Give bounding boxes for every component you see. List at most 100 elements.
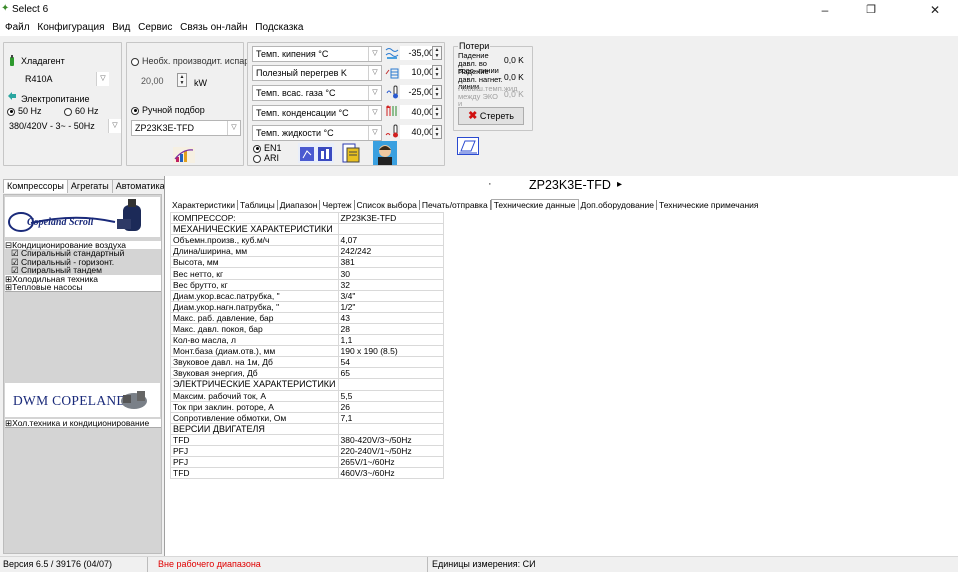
model-value: ZP23K3E-TFD — [135, 123, 195, 133]
radio-on-icon — [253, 144, 261, 153]
tab-tables[interactable]: Таблицы — [238, 200, 278, 210]
menu-view[interactable]: Вид — [112, 20, 130, 36]
status-bar: Версия 6.5 / 39176 (04/07) Вне рабочего … — [0, 556, 958, 572]
evap-temp-value[interactable]: -35,00 — [400, 46, 436, 60]
tab-technical-data[interactable]: Технические данные — [490, 199, 579, 210]
standard-en-radio[interactable]: EN1 — [253, 143, 282, 153]
table-row: Вес нетто, кг 30 — [170, 267, 444, 280]
liquid-temp-select[interactable]: Темп. жидкости °C ▽ — [252, 125, 382, 141]
spec-value: 265V/1~/60Hz — [337, 456, 444, 469]
menu-bar: Файл Конфигурация Вид Сервис Связь он-ла… — [0, 20, 958, 36]
technical-data-body: КОМПРЕССОР: ZP23K3E-TFD МЕХАНИЧЕСКИЕ ХАРАК… — [170, 211, 444, 480]
tab-units[interactable]: Агрегаты — [66, 179, 113, 193]
suction-temp-select[interactable]: Темп. всас. газа °C ▽ — [252, 85, 382, 101]
table-row: Монт.база (диам.отв.), мм 190 x 190 (8.5) — [170, 345, 444, 358]
spec-value: 32 — [337, 278, 444, 291]
diagram-view-icon[interactable] — [457, 137, 479, 155]
model-select[interactable]: ZP23K3E-TFD ▽ — [131, 120, 241, 136]
freq-60-radio[interactable]: 60 Hz — [64, 105, 99, 117]
minimize-button[interactable]: – — [802, 0, 848, 20]
suction-temp-spinner[interactable]: ▲ ▼ — [432, 85, 442, 99]
chevron-down-icon: ▽ — [108, 119, 121, 133]
refrigerant-select[interactable]: R410A ▽ — [22, 72, 109, 88]
capacity-input[interactable]: 20,00 — [141, 74, 173, 88]
spec-value: 5,5 — [337, 389, 444, 402]
tab-technical-notes[interactable]: Технические примечания — [657, 200, 760, 210]
left-tabs: Компрессоры Агрегаты Автоматика — [3, 179, 169, 194]
spec-value: 1,1 — [337, 334, 444, 347]
tab-characteristics[interactable]: Характеристики — [170, 200, 239, 210]
menu-config[interactable]: Конфигурация — [37, 20, 104, 36]
data-tabs: Характеристики Таблицы Диапазон Чертеж Списо… — [170, 199, 761, 210]
tree-item-dwm[interactable]: ⊞Хол.техника и кондиционирование — [5, 419, 161, 428]
chevron-down-icon: ▽ — [368, 47, 381, 61]
standard-ari-label: ARI — [264, 153, 280, 163]
superheat-value[interactable]: 10,00 — [400, 65, 436, 79]
menu-file[interactable]: Файл — [5, 20, 30, 36]
liquid-thermometer-icon — [385, 124, 399, 138]
spec-value: 3/4" — [337, 289, 444, 302]
cond-temp-select[interactable]: Темп. конденсации °C ▽ — [252, 105, 382, 121]
chevron-down-icon: ▽ — [368, 126, 381, 140]
calculate-chart-icon[interactable] — [173, 147, 195, 163]
cond-temp-spinner[interactable]: ▲ ▼ — [432, 105, 442, 119]
spec-label: ЭЛЕКТРИЧЕСКИЕ ХАРАКТЕРИСТИКИ — [170, 378, 339, 391]
spec-label: Вес брутто, кг — [170, 278, 339, 291]
evap-temp-select[interactable]: Темп. кипения °C ▽ — [252, 46, 382, 62]
menu-online[interactable]: Связь он-лайн — [180, 20, 247, 36]
superheat-icon — [385, 65, 399, 79]
required-capacity-label: Необх. производит. испар — [142, 56, 250, 66]
table-row: Объемн.произв., куб.м/ч 4,07 — [170, 234, 444, 247]
model-next-icon[interactable]: ▸ — [617, 179, 622, 190]
tab-accessories[interactable]: Доп.оборудование — [579, 200, 658, 210]
superheat-spinner[interactable]: ▲ ▼ — [432, 65, 442, 79]
app-icon: ✦ — [1, 3, 10, 14]
standard-en-label: EN1 — [264, 143, 282, 153]
table-row: Длина/ширина, мм 242/242 — [170, 245, 444, 258]
tab-selection-list[interactable]: Список выбора — [355, 200, 420, 210]
table-row: Диам.укор.нагн.патрубка, " 1/2" — [170, 300, 444, 313]
document-print-icon[interactable] — [341, 142, 361, 164]
table-row: Макс. раб. давление, бар 43 — [170, 311, 444, 324]
evap-temp-spinner[interactable]: ▲ ▼ — [432, 46, 442, 60]
clear-button[interactable]: ✖ Стереть — [458, 107, 524, 125]
power-label: Электропитание — [21, 94, 90, 104]
superheat-select[interactable]: Полезный перегрев K ▽ — [252, 65, 382, 81]
spec-label: ВЕРСИИ ДВИГАТЕЛЯ — [170, 422, 339, 435]
suction-temp-value[interactable]: -25,00 — [400, 85, 436, 99]
chevron-down-icon: ▽ — [368, 86, 381, 100]
tab-drawing[interactable]: Чертеж — [320, 200, 355, 210]
liquid-temp-spinner[interactable]: ▲ ▼ — [432, 125, 442, 139]
table-row: КОМПРЕССОР: ZP23K3E-TFD — [170, 211, 444, 225]
spec-label: Диам.укор.всас.патрубка, " — [170, 289, 339, 302]
spec-value: 54 — [337, 356, 444, 369]
cond-temp-value[interactable]: 40,00 — [400, 105, 436, 119]
menu-help[interactable]: Подсказка — [255, 20, 303, 36]
spec-label: Высота, мм — [170, 256, 339, 269]
dwm-compressor-image — [121, 391, 147, 409]
required-capacity-radio[interactable]: Необх. производит. испар — [131, 55, 249, 67]
table-row: ВЕРСИИ ДВИГАТЕЛЯ — [170, 422, 444, 435]
help-person-icon[interactable] — [373, 141, 397, 165]
graph-view-icon[interactable] — [298, 143, 334, 163]
tab-compressors[interactable]: Компрессоры — [3, 179, 68, 193]
voltage-select[interactable]: 380/420V - 3~ - 50Hz ▽ — [6, 119, 121, 135]
manual-select-radio[interactable]: Ручной подбор — [131, 104, 205, 116]
liquid-temp-value[interactable]: 40,00 — [400, 125, 436, 139]
capacity-spinner[interactable]: ▲ ▼ — [177, 73, 187, 87]
tree-item-heat-pumps[interactable]: ⊞Тепловые насосы — [5, 283, 161, 293]
spec-value: 1/2" — [337, 300, 444, 313]
close-button[interactable]: ✕ — [912, 0, 958, 20]
cond-temp-label: Темп. конденсации °C — [256, 108, 349, 118]
freq-50-radio[interactable]: 50 Hz — [7, 105, 42, 117]
refrigerant-group: Хладагент R410A ▽ Электропитание 50 Hz 6… — [3, 42, 122, 166]
table-row: ЭЛЕКТРИЧЕСКИЕ ХАРАКТЕРИСТИКИ — [170, 378, 444, 391]
tab-automation[interactable]: Автоматика — [111, 179, 169, 193]
tab-print-send[interactable]: Печать/отправка — [420, 200, 491, 210]
dwm-copeland-logo: DWM COPELAND — [5, 383, 160, 417]
table-row: TFD 380-420V/3~/50Hz — [170, 433, 444, 446]
menu-service[interactable]: Сервис — [138, 20, 172, 36]
tab-range[interactable]: Диапазон — [278, 200, 321, 210]
standard-ari-radio[interactable]: ARI — [253, 153, 279, 163]
maximize-button[interactable]: ❐ — [848, 0, 894, 20]
